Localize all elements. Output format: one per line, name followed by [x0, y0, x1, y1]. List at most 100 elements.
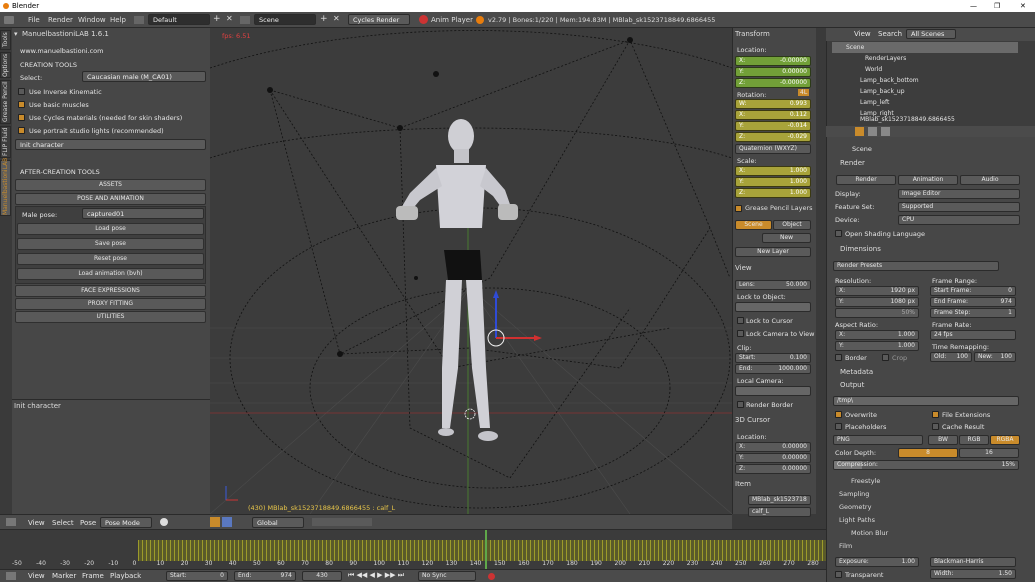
animation-button[interactable]: Animation — [898, 175, 958, 185]
freestyle-section[interactable]: Freestyle — [833, 475, 1019, 487]
gp-scene-tab[interactable]: Scene — [735, 220, 772, 230]
feature-set-select[interactable]: Supported — [898, 202, 1020, 212]
border-checkbox[interactable] — [835, 354, 842, 361]
add-layout-icon[interactable]: + — [213, 14, 221, 24]
filter-select[interactable]: Blackman-Harris — [930, 557, 1016, 567]
editor-type-icon[interactable] — [6, 572, 16, 580]
scale-z-field[interactable]: Z: 1.000 — [735, 188, 811, 198]
rot-z-field[interactable]: Z: -0.029 — [735, 132, 811, 142]
sampling-section[interactable]: Sampling — [833, 488, 1019, 500]
res-y-field[interactable]: Y: 1080 px — [835, 297, 919, 307]
tab-options[interactable]: Options — [0, 52, 11, 78]
clip-end-field[interactable]: End: 1000.000 — [735, 364, 811, 374]
timeline-frame-menu[interactable]: Frame — [82, 572, 104, 580]
render-button[interactable]: Render — [836, 175, 896, 185]
cache-result-checkbox[interactable] — [932, 423, 939, 430]
tab-grease-pencil[interactable]: Grease Pencil — [0, 80, 11, 124]
save-pose-button[interactable]: Save pose — [17, 238, 204, 250]
timeline-marker-menu[interactable]: Marker — [52, 572, 76, 580]
crop-checkbox[interactable] — [882, 354, 889, 361]
overwrite-checkbox[interactable] — [835, 411, 842, 418]
scene-icon[interactable] — [240, 16, 250, 24]
outliner-item[interactable]: MBlab_sk1523718849.6866455 — [832, 116, 1018, 124]
close-button[interactable]: ✕ — [1020, 2, 1026, 10]
outliner-item[interactable]: Lamp_left — [832, 97, 1018, 108]
file-ext-checkbox[interactable] — [932, 411, 939, 418]
manipulator-icon[interactable] — [210, 517, 220, 527]
rgb-button[interactable]: RGB — [959, 435, 989, 445]
minimize-button[interactable]: — — [970, 2, 977, 10]
cursor-y-field[interactable]: Y: 0.00000 — [735, 453, 811, 463]
tab-tools[interactable]: Tools — [0, 30, 11, 50]
maximize-button[interactable]: ❐ — [994, 2, 1000, 10]
filter-width-field[interactable]: Width: 1.50 — [930, 569, 1016, 579]
light-paths-section[interactable]: Light Paths — [833, 514, 1019, 526]
scene-select[interactable]: Scene — [254, 14, 316, 25]
frame-step-field[interactable]: Frame Step: 1 — [930, 308, 1016, 318]
remove-layout-icon[interactable]: ✕ — [226, 14, 233, 23]
gp-object-tab[interactable]: Object — [773, 220, 811, 230]
device-select[interactable]: CPU — [898, 215, 1020, 225]
metadata-title[interactable]: Metadata — [840, 368, 873, 376]
lock-cursor-checkbox[interactable] — [737, 317, 744, 324]
audio-button[interactable]: Audio — [960, 175, 1020, 185]
basic-muscles-checkbox[interactable] — [18, 101, 25, 108]
male-pose-select[interactable]: captured01 — [82, 208, 204, 219]
loc-y-field[interactable]: Y: 0.00000 — [735, 67, 811, 77]
start-frame-field[interactable]: Start: 0 — [166, 571, 228, 581]
load-animation-button[interactable]: Load animation (bvh) — [17, 268, 204, 280]
editor-type-icon[interactable] — [4, 16, 14, 24]
sync-select[interactable]: No Sync — [418, 571, 476, 581]
render-engine-select[interactable]: Cycles Render — [348, 14, 410, 25]
shading-icon[interactable] — [160, 518, 168, 526]
fps-select[interactable]: 24 fps — [930, 330, 1016, 340]
menu-view[interactable]: View — [28, 519, 45, 527]
loc-x-field[interactable]: X: -0.00000 — [735, 56, 811, 66]
scale-y-field[interactable]: Y: 1.000 — [735, 177, 811, 187]
format-select[interactable]: PNG — [833, 435, 923, 445]
old-field[interactable]: Old: 100 — [930, 352, 972, 362]
cycles-materials-checkbox[interactable] — [18, 114, 25, 121]
outliner-item[interactable]: RenderLayers — [832, 53, 1018, 64]
remove-scene-icon[interactable]: ✕ — [333, 14, 340, 23]
render-tab-icon[interactable] — [855, 127, 864, 136]
scene-tab-icon[interactable] — [868, 127, 877, 136]
outliner-item[interactable]: World — [832, 64, 1018, 75]
item-name-field[interactable]: MBlab_sk1523718 — [748, 495, 811, 505]
outliner-search-menu[interactable]: Search — [878, 30, 902, 38]
depth-16-button[interactable]: 16 — [959, 448, 1019, 458]
editor-type-icon[interactable] — [6, 518, 16, 526]
motion-blur-section[interactable]: Motion Blur — [833, 527, 1019, 539]
outliner-item[interactable]: Scene — [832, 42, 1018, 53]
outliner-scenes-select[interactable]: All Scenes — [906, 29, 956, 39]
bw-button[interactable]: BW — [928, 435, 958, 445]
add-scene-icon[interactable]: + — [320, 14, 328, 24]
timeline-playback-menu[interactable]: Playback — [110, 572, 141, 580]
3d-viewport[interactable]: fps: 6.51 (430) MBlab_sk1523718849.68664… — [210, 28, 732, 514]
gp-new-button[interactable]: New — [762, 233, 811, 243]
proxy-fitting-button[interactable]: PROXY FITTING — [15, 298, 206, 310]
orientation-select[interactable]: Global — [252, 517, 304, 528]
anim-player-button[interactable]: Anim Player — [431, 16, 473, 24]
geometry-section[interactable]: Geometry — [833, 501, 1019, 513]
init-character-button[interactable]: Init character — [15, 139, 206, 150]
assets-button[interactable]: ASSETS — [15, 179, 206, 191]
menu-window[interactable]: Window — [78, 16, 106, 24]
tab-manuelbastionilab[interactable]: ManuelbastioniLAB — [0, 158, 11, 216]
reset-pose-button[interactable]: Reset pose — [17, 253, 204, 265]
layout-select[interactable]: Default — [148, 14, 210, 25]
load-pose-button[interactable]: Load pose — [17, 223, 204, 235]
mode-select[interactable]: Pose Mode — [100, 517, 152, 528]
collapse-arrow-icon[interactable]: ▾ — [14, 30, 18, 38]
current-frame-field[interactable]: 430 — [302, 571, 342, 581]
menu-select[interactable]: Select — [52, 519, 74, 527]
menu-file[interactable]: File — [28, 16, 40, 24]
start-frame-field[interactable]: Start Frame: 0 — [930, 286, 1016, 296]
depth-8-button[interactable]: 8 — [898, 448, 958, 458]
osl-checkbox[interactable] — [835, 230, 842, 237]
rotation-lock-badge[interactable]: 4L — [798, 89, 810, 96]
rot-x-field[interactable]: X: 0.112 — [735, 110, 811, 120]
res-x-field[interactable]: X: 1920 px — [835, 286, 919, 296]
item-bone-field[interactable]: calf_L — [748, 507, 811, 517]
exposure-field[interactable]: Exposure: 1.00 — [835, 557, 919, 567]
